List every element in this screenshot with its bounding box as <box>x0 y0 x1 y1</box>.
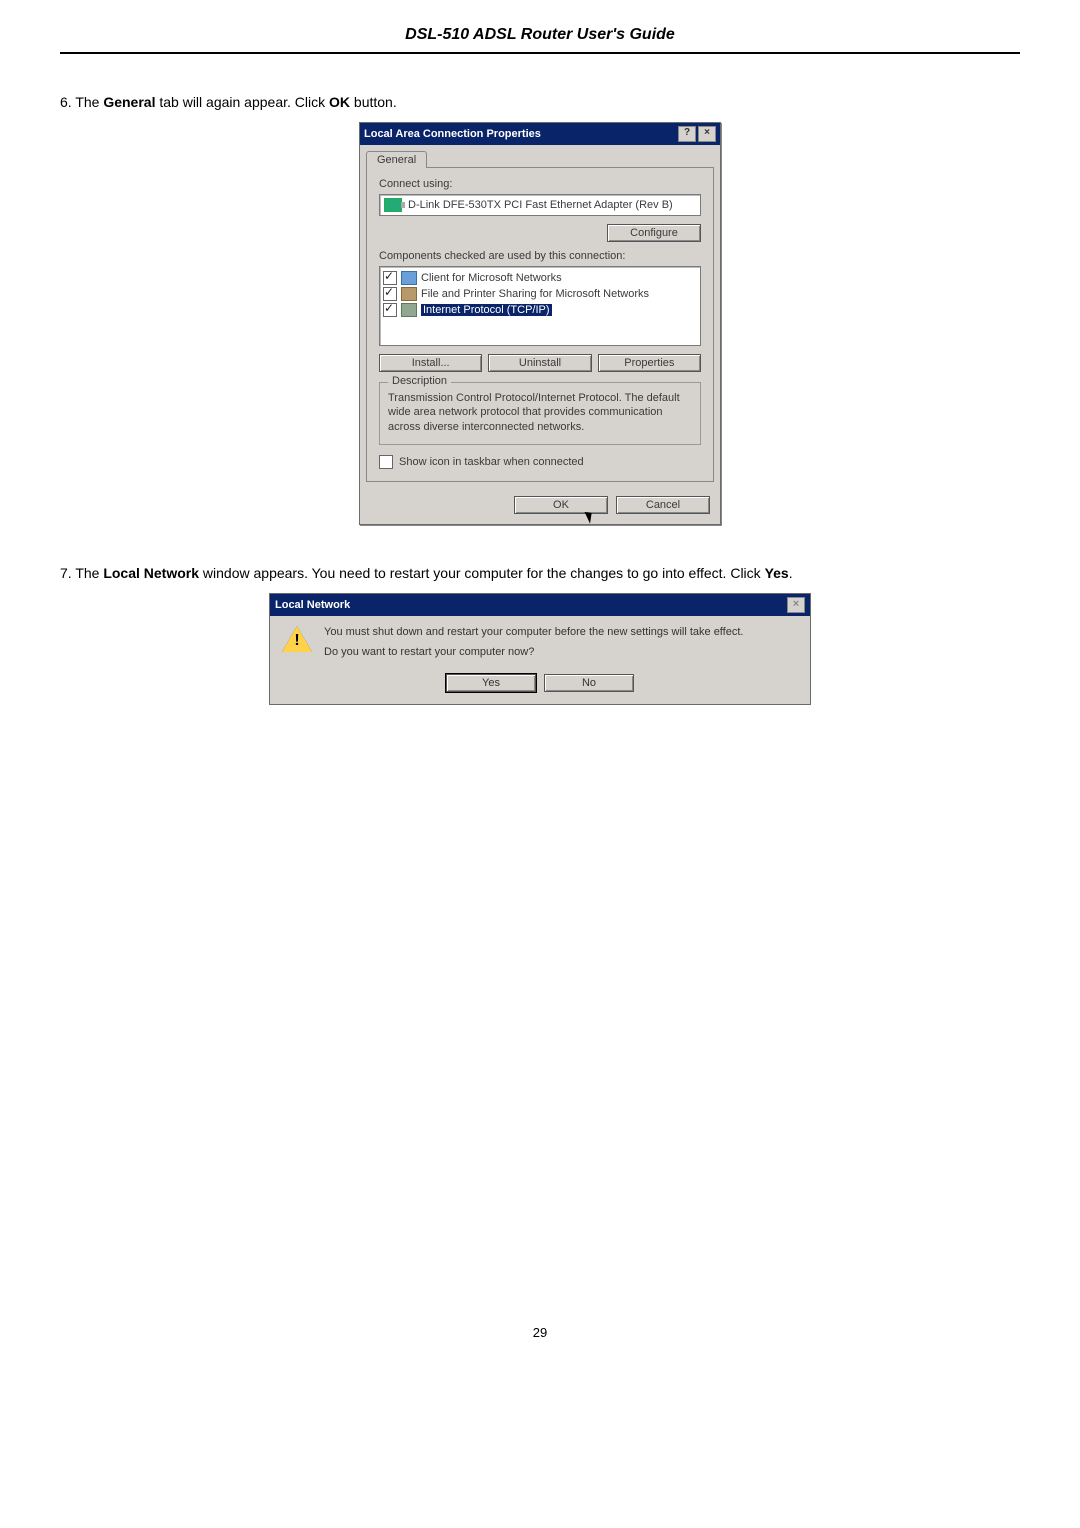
components-buttons: Install... Uninstall Properties <box>379 354 701 372</box>
lacp-dialog-wrap: Local Area Connection Properties ? × Gen… <box>60 122 1020 525</box>
step6-mid: tab will again appear. Click <box>155 94 329 110</box>
msg-titlebar[interactable]: Local Network × <box>270 594 810 616</box>
step6-bold1: General <box>103 94 155 110</box>
lacp-title: Local Area Connection Properties <box>364 128 541 140</box>
list-item-label: Client for Microsoft Networks <box>421 272 562 284</box>
document-page: DSL-510 ADSL Router User's Guide 6. The … <box>0 0 1080 1380</box>
printer-icon <box>401 287 417 301</box>
tab-general[interactable]: General <box>366 151 427 168</box>
lacp-titlebar[interactable]: Local Area Connection Properties ? × <box>360 123 720 145</box>
list-item-label: Internet Protocol (TCP/IP) <box>421 304 552 316</box>
components-label: Components checked are used by this conn… <box>379 250 701 262</box>
taskbar-icon-row[interactable]: Show icon in taskbar when connected <box>379 455 701 469</box>
no-button[interactable]: No <box>544 674 634 692</box>
warning-icon: ! <box>282 626 312 654</box>
checkbox-icon[interactable] <box>383 303 397 317</box>
step6-prefix: 6. The <box>60 94 103 110</box>
lacp-footer-buttons: OK Cancel <box>360 488 720 524</box>
properties-button[interactable]: Properties <box>598 354 701 372</box>
checkbox-icon[interactable] <box>383 271 397 285</box>
msg-dialog-wrap: Local Network × ! You must shut down and… <box>60 593 1020 705</box>
page-header-title: DSL-510 ADSL Router User's Guide <box>60 20 1020 54</box>
msg-line2: Do you want to restart your computer now… <box>324 646 743 658</box>
msg-body: ! You must shut down and restart your co… <box>270 616 810 670</box>
step6-bold2: OK <box>329 94 350 110</box>
lacp-dialog: Local Area Connection Properties ? × Gen… <box>359 122 721 525</box>
msg-buttons: Yes No <box>270 670 810 704</box>
configure-button[interactable]: Configure <box>607 224 701 242</box>
uninstall-button[interactable]: Uninstall <box>488 354 591 372</box>
msg-title-text: Local Network <box>275 599 350 611</box>
client-icon <box>401 271 417 285</box>
msg-line1: You must shut down and restart your comp… <box>324 626 743 638</box>
components-list[interactable]: Client for Microsoft Networks File and P… <box>379 266 701 346</box>
list-item-label: File and Printer Sharing for Microsoft N… <box>421 288 649 300</box>
msg-close-button[interactable]: × <box>787 597 805 613</box>
description-legend: Description <box>388 375 451 387</box>
cancel-button[interactable]: Cancel <box>616 496 710 514</box>
lacp-body: General Connect using: D-Link DFE-530TX … <box>360 145 720 488</box>
connect-using-label: Connect using: <box>379 178 701 190</box>
adapter-field: D-Link DFE-530TX PCI Fast Ethernet Adapt… <box>379 194 701 216</box>
description-text: Transmission Control Protocol/Internet P… <box>388 391 692 434</box>
step7-prefix: 7. The <box>60 565 103 581</box>
step-6-text: 6. The General tab will again appear. Cl… <box>60 94 1020 110</box>
description-group: Description Transmission Control Protoco… <box>379 382 701 445</box>
step7-suffix: . <box>789 565 793 581</box>
step7-bold2: Yes <box>765 565 789 581</box>
protocol-icon <box>401 303 417 317</box>
help-button[interactable]: ? <box>678 126 696 142</box>
step7-bold1: Local Network <box>103 565 199 581</box>
page-number: 29 <box>60 1325 1020 1340</box>
step7-mid: window appears. You need to restart your… <box>199 565 765 581</box>
lacp-title-buttons: ? × <box>678 126 716 142</box>
close-button[interactable]: × <box>698 126 716 142</box>
taskbar-label: Show icon in taskbar when connected <box>399 456 584 468</box>
taskbar-checkbox[interactable] <box>379 455 393 469</box>
adapter-name: D-Link DFE-530TX PCI Fast Ethernet Adapt… <box>408 199 673 211</box>
checkbox-icon[interactable] <box>383 287 397 301</box>
local-network-dialog: Local Network × ! You must shut down and… <box>269 593 811 705</box>
list-item[interactable]: Client for Microsoft Networks <box>383 270 697 286</box>
nic-icon <box>384 198 402 212</box>
msg-text: You must shut down and restart your comp… <box>324 626 743 666</box>
step6-suffix: button. <box>350 94 397 110</box>
step-7-text: 7. The Local Network window appears. You… <box>60 565 1020 581</box>
install-button[interactable]: Install... <box>379 354 482 372</box>
list-item[interactable]: Internet Protocol (TCP/IP) <box>383 302 697 318</box>
list-item[interactable]: File and Printer Sharing for Microsoft N… <box>383 286 697 302</box>
tab-panel: Connect using: D-Link DFE-530TX PCI Fast… <box>366 167 714 482</box>
ok-button[interactable]: OK <box>514 496 608 514</box>
yes-button[interactable]: Yes <box>446 674 536 692</box>
configure-row: Configure <box>379 224 701 242</box>
tab-strip: General <box>366 151 714 168</box>
